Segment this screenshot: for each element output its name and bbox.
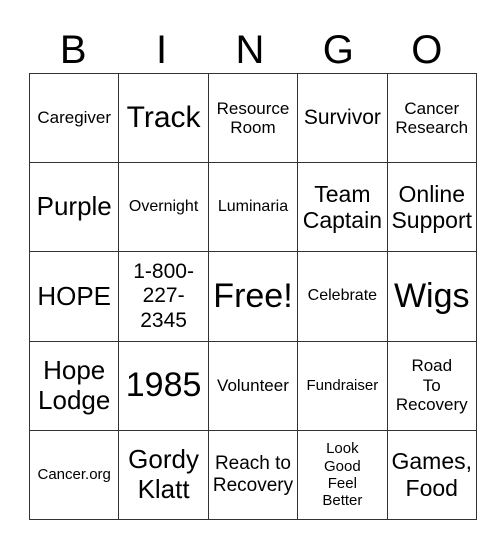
cell-text-line: 2345 [140,308,187,332]
cell-text-line: HOPE [37,280,112,311]
bingo-cell[interactable]: Volunteer [207,340,299,431]
bingo-cell[interactable]: Hope Lodge [28,340,120,431]
bingo-cell[interactable]: Purple [28,162,120,253]
cell-text-line: 1-800- [133,260,194,284]
cell-text-line: Road [411,356,453,376]
cell-text-line: Better [322,492,363,510]
cell-text-line: Free! [213,276,293,315]
cell-text-line: Support [391,207,473,234]
bingo-cell[interactable]: Celebrate [297,251,388,342]
bingo-cell[interactable]: Free! [207,251,299,342]
bingo-cell[interactable]: Track [118,72,209,164]
bingo-cell[interactable]: Team Captain [297,162,388,253]
cell-text-line: Luminaria [217,198,289,216]
cell-text-line: Online [398,180,465,207]
bingo-cell[interactable]: Survivor [297,72,388,164]
grid-row: Caregiver Track Resource Room Survivor Cancer… [28,72,477,164]
cell-text-line: Gordy [128,443,199,474]
cell-text-line: Hope [43,354,106,385]
cell-text-line: Reach to [214,453,291,474]
cell-text-line: Survivor [303,106,381,130]
bingo-cell[interactable]: Wigs [386,251,477,342]
header-letter-n: N [235,28,265,72]
cell-text-line: Food [405,474,458,501]
cell-text-line: Room [230,118,276,138]
bingo-cell[interactable]: HOPE [28,251,120,342]
grid-row: Cancer.org Gordy Klatt Reach to Recovery Look… [28,429,477,520]
cell-text-line: Cancer [404,98,460,118]
bingo-cell[interactable]: Look Good Feel Better [297,429,388,520]
cell-text-line: Cancer.org [37,466,111,484]
bingo-cell[interactable]: Overnight [118,162,209,253]
bingo-cell[interactable]: Gordy Klatt [118,429,209,520]
header-letter-g: G [322,28,354,72]
cell-text-line: 227- [142,284,185,308]
grid-row: Hope Lodge 1985 Volunteer Fundraiser Road To Re… [28,340,477,431]
bingo-cell[interactable]: Reach to Recovery [207,429,299,520]
header-letter-i: I [156,28,168,72]
cell-text-line: Volunteer [217,375,289,395]
bingo-cell[interactable]: Fundraiser [297,340,388,431]
header-letter-o: O [411,28,443,72]
grid-row: HOPE 1-800- 227- 2345 Free! Celebrate Wigs [28,251,477,342]
bingo-cell[interactable]: 1-800- 227- 2345 [118,251,209,342]
bingo-cell[interactable]: Online Support [386,162,477,253]
cell-text-line: Team [314,180,371,207]
cell-text-line: Research [395,118,469,138]
cell-text-line: Wigs [393,276,470,315]
cell-text-line: Purple [36,191,112,222]
cell-text-line: Recovery [395,395,468,415]
cell-text-line: Look [326,440,359,458]
bingo-cell[interactable]: Resource Room [207,72,299,164]
bingo-cell[interactable]: Luminaria [207,162,299,253]
header-letter-b: B [59,28,87,72]
cell-text-line: 1985 [125,366,202,405]
cell-text-line: Games, [391,448,473,475]
cell-text-line: To [422,375,441,395]
bingo-cell[interactable]: Caregiver [28,72,120,164]
bingo-grid: Caregiver Track Resource Room Survivor Cancer… [28,72,477,520]
cell-text-line: Fundraiser [306,377,379,395]
grid-row: Purple Overnight Luminaria Team Captain Onlin… [28,162,477,253]
bingo-cell[interactable]: 1985 [118,340,209,431]
cell-text-line: Klatt [137,473,190,504]
cell-text-line: Recovery [212,474,294,496]
cell-text-line: Track [126,100,201,134]
cell-text-line: Captain [302,207,382,234]
bingo-header: B I N G O [29,28,471,72]
cell-text-line: Caregiver [37,108,112,128]
cell-text-line: Feel [327,474,357,492]
cell-text-line: Good [324,457,361,475]
cell-text-line: Lodge [38,384,111,415]
cell-text-line: Overnight [128,198,199,216]
cell-text-line: Resource [216,98,290,118]
bingo-cell[interactable]: Road To Recovery [386,340,477,431]
bingo-cell[interactable]: Cancer Research [386,72,477,164]
bingo-cell[interactable]: Cancer.org [28,429,120,520]
bingo-cell[interactable]: Games, Food [386,429,477,520]
cell-text-line: Celebrate [307,287,378,305]
